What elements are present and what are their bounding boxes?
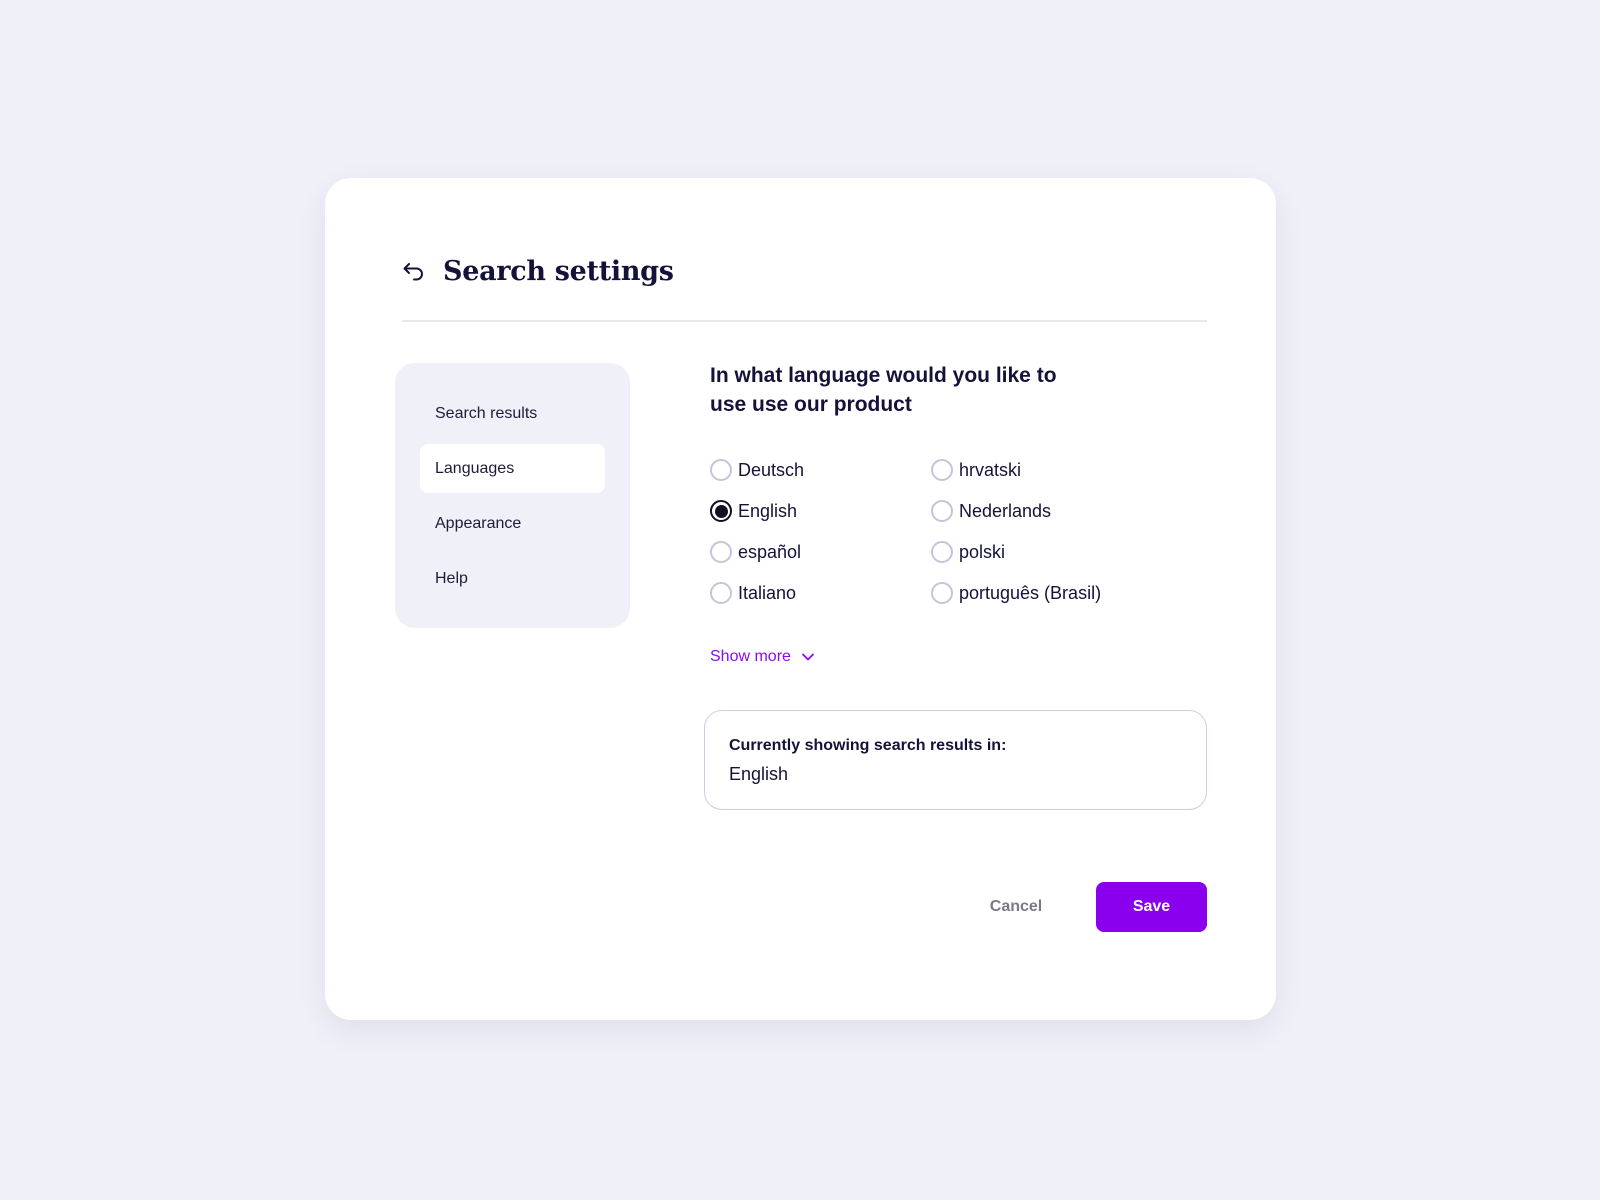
sidebar-item-help[interactable]: Help xyxy=(420,554,605,603)
radio-button[interactable] xyxy=(931,459,953,481)
radio-dot xyxy=(714,504,728,518)
show-more-link[interactable]: Show more xyxy=(710,648,815,666)
question-line-2: use use our product xyxy=(710,393,912,416)
radio-button[interactable] xyxy=(710,582,732,604)
save-button[interactable]: Save xyxy=(1096,882,1207,932)
radio-button[interactable] xyxy=(931,541,953,563)
radio-label: Deutsch xyxy=(738,459,805,480)
radio-button[interactable] xyxy=(931,500,953,522)
settings-sidebar: Search results Languages Appearance Help xyxy=(395,363,630,628)
chevron-down-icon xyxy=(801,652,815,662)
radio-button-selected[interactable] xyxy=(710,500,732,522)
radio-english[interactable]: English xyxy=(710,500,797,522)
radio-portugues-brasil[interactable]: português (Brasil) xyxy=(931,582,1101,604)
sidebar-item-languages[interactable]: Languages xyxy=(420,444,605,493)
header-divider xyxy=(402,320,1207,322)
sidebar-item-search-results[interactable]: Search results xyxy=(420,389,605,438)
header: Search settings xyxy=(401,256,674,287)
radio-italiano[interactable]: Italiano xyxy=(710,582,796,604)
current-language-label: Currently showing search results in: xyxy=(729,737,1007,754)
cancel-button[interactable]: Cancel xyxy=(981,882,1051,932)
radio-espanol[interactable]: español xyxy=(710,541,801,563)
sidebar-item-label: Languages xyxy=(435,459,515,477)
radio-label: español xyxy=(738,541,802,562)
radio-button[interactable] xyxy=(710,459,732,481)
radio-label: hrvatski xyxy=(959,459,1022,480)
page-title: Search settings xyxy=(443,256,674,287)
show-more-label: Show more xyxy=(710,648,791,665)
radio-label: Italiano xyxy=(738,582,797,603)
sidebar-item-appearance[interactable]: Appearance xyxy=(420,499,605,548)
current-language-box: Currently showing search results in: Eng… xyxy=(704,710,1207,810)
language-question: In what language would you like to use u… xyxy=(710,361,1130,419)
radio-label: polski xyxy=(959,541,1006,562)
radio-polski[interactable]: polski xyxy=(931,541,1005,563)
radio-label: English xyxy=(738,500,798,521)
current-language-value: English xyxy=(729,764,789,784)
radio-nederlands[interactable]: Nederlands xyxy=(931,500,1051,522)
radio-button[interactable] xyxy=(931,582,953,604)
settings-card: Search settings Search results Languages… xyxy=(325,178,1276,1020)
radio-label: português (Brasil) xyxy=(959,582,1102,603)
back-arrow-icon[interactable] xyxy=(401,259,427,285)
radio-label: Nederlands xyxy=(959,500,1052,521)
question-line-1: In what language would you like to xyxy=(710,364,1057,387)
radio-deutsch[interactable]: Deutsch xyxy=(710,459,804,481)
radio-hrvatski[interactable]: hrvatski xyxy=(931,459,1021,481)
sidebar-item-label: Help xyxy=(435,569,468,587)
radio-button[interactable] xyxy=(710,541,732,563)
sidebar-item-label: Search results xyxy=(435,404,538,422)
sidebar-item-label: Appearance xyxy=(435,514,522,532)
